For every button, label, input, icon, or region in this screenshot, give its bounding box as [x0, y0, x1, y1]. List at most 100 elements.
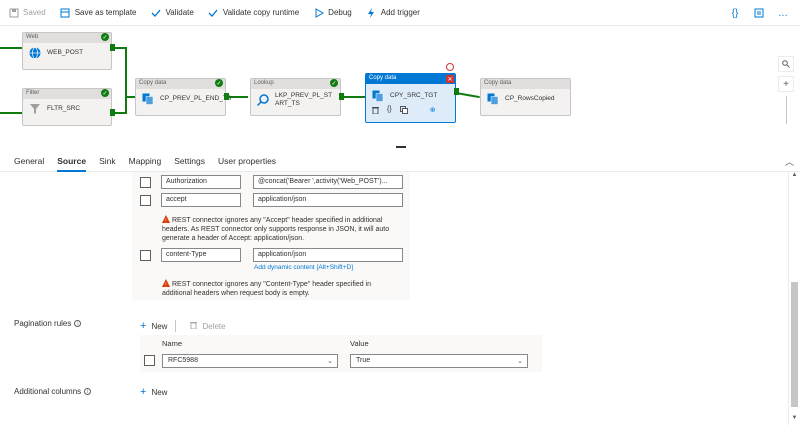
validate-copy-runtime-label: Validate copy runtime	[222, 8, 300, 17]
success-port[interactable]	[110, 109, 115, 116]
activity-body: LKP_PREV_PL_START_TS	[251, 89, 340, 112]
delete-activity-icon[interactable]: ✕	[446, 75, 454, 83]
collapse-chevron-icon[interactable]: ︿	[785, 155, 794, 168]
debug-button[interactable]: Debug	[313, 3, 352, 23]
chevron-down-icon: ⌄	[327, 358, 333, 365]
scroll-up-icon[interactable]: ▲	[789, 172, 800, 182]
add-dynamic-content-link[interactable]: Add dynamic content [Alt+Shift+D]	[254, 264, 353, 271]
activity-node-fltr-src[interactable]: Filter ✓ FLTR_SRC	[22, 88, 112, 126]
plus-icon: +	[140, 320, 147, 332]
activity-node-cp-prev-pl-end-ts[interactable]: Copy data ✓ CP_PREV_PL_END_TS	[135, 78, 231, 116]
header-name-input[interactable]: content-Type	[161, 248, 241, 262]
trash-icon[interactable]	[372, 106, 379, 116]
edge-to-cp-prev	[125, 96, 135, 98]
header-name-input[interactable]: Authorization	[161, 175, 241, 189]
activity-node-web-post[interactable]: Web ✓ WEB_POST	[22, 32, 112, 70]
clone-icon[interactable]	[399, 106, 408, 116]
add-trigger-label: Add trigger	[380, 8, 420, 17]
lightning-icon	[366, 7, 377, 18]
activity-name: FLTR_SRC	[47, 105, 81, 112]
edge-stub-web	[0, 47, 22, 49]
header-row-checkbox[interactable]	[140, 176, 151, 188]
scroll-thumb[interactable]	[791, 282, 798, 407]
new-label: New	[151, 387, 168, 397]
search-icon[interactable]	[778, 56, 794, 72]
pagination-value-value: True	[356, 357, 371, 364]
tab-general[interactable]: General	[14, 150, 44, 172]
activity-name: WEB_POST	[47, 49, 84, 56]
accept-warning-text: REST connector ignores any "Accept" head…	[162, 217, 390, 242]
template-icon	[60, 7, 71, 18]
tab-source[interactable]: Source	[57, 150, 86, 172]
header-value-input[interactable]: @concat('Bearer ',activity('Web_POST')..…	[253, 175, 403, 189]
success-port[interactable]	[110, 44, 115, 51]
zoom-controls: +	[778, 56, 794, 124]
activity-type: Lookup	[251, 79, 340, 89]
header-row-checkbox[interactable]	[140, 194, 151, 206]
success-port[interactable]	[339, 93, 344, 100]
content-type-warning-text: REST connector ignores any "Content-Type…	[162, 281, 372, 297]
add-output-icon[interactable]: ⊕	[430, 106, 436, 116]
activity-name: CP_RowsCopied	[505, 95, 555, 102]
activity-node-lkp-prev-pl-start-ts[interactable]: Lookup ✓ LKP_PREV_PL_START_TS	[250, 78, 341, 116]
pagination-toolbar: + New Delete	[140, 320, 226, 332]
tab-settings[interactable]: Settings	[174, 150, 205, 172]
header-value-input[interactable]: application/json	[253, 248, 403, 262]
validate-button[interactable]: Validate	[151, 3, 194, 23]
success-check-icon: ✓	[330, 79, 338, 87]
pagination-delete-button[interactable]: Delete	[190, 321, 226, 331]
properties-icon[interactable]	[752, 6, 766, 20]
info-icon[interactable]: i	[84, 388, 92, 395]
add-trigger-button[interactable]: Add trigger	[366, 3, 420, 23]
svg-text:!: !	[165, 218, 166, 223]
pipeline-canvas[interactable]: Web ✓ WEB_POST Filter ✓ FLTR_SRC Copy da…	[0, 26, 800, 146]
activity-type: Copy data	[366, 74, 455, 84]
magnifier-icon	[256, 94, 269, 107]
pagination-row-checkbox[interactable]	[144, 355, 155, 366]
scroll-down-icon[interactable]: ▼	[789, 415, 800, 425]
copy-data-icon	[487, 93, 499, 105]
circle-handle-icon[interactable]	[446, 63, 454, 71]
success-port[interactable]	[224, 93, 229, 100]
success-port[interactable]	[454, 88, 459, 95]
trash-icon	[190, 321, 198, 331]
activity-actions: {} ⊕	[366, 106, 455, 119]
zoom-in-icon[interactable]: +	[778, 76, 794, 92]
activity-name: LKP_PREV_PL_START_TS	[275, 92, 333, 107]
activity-body: CPY_SRC_TGT	[366, 84, 455, 106]
info-icon[interactable]: i	[74, 320, 82, 327]
activity-node-cp-rowscopied[interactable]: Copy data CP_RowsCopied	[480, 78, 571, 116]
tab-sink[interactable]: Sink	[99, 150, 116, 172]
pane-resize-handle[interactable]	[396, 146, 406, 148]
additional-columns-new-button[interactable]: + New	[140, 386, 167, 398]
validate-copy-runtime-button[interactable]: Validate copy runtime	[208, 3, 299, 23]
plus-icon: +	[140, 386, 147, 398]
edge-join	[125, 47, 127, 114]
pagination-value-select[interactable]: True ⌄	[350, 354, 528, 368]
code-braces-icon[interactable]: {}	[387, 106, 392, 116]
tab-mapping[interactable]: Mapping	[129, 150, 162, 172]
header-row-accept: accept application/json	[140, 193, 403, 207]
header-value-input[interactable]: application/json	[253, 193, 403, 207]
save-as-template-button[interactable]: Save as template	[60, 3, 137, 23]
success-check-icon: ✓	[101, 33, 109, 41]
tab-user-properties[interactable]: User properties	[218, 150, 276, 172]
activity-node-cpy-src-tgt[interactable]: Copy data ✕ CPY_SRC_TGT {} ⊕	[365, 73, 456, 123]
pane-scrollbar[interactable]: ▲ ▼	[788, 172, 800, 425]
header-row-checkbox[interactable]	[140, 249, 151, 261]
pagination-new-button[interactable]: New	[151, 322, 167, 331]
more-icon[interactable]: …	[776, 6, 790, 20]
additional-columns-text: Additional columns	[14, 387, 82, 396]
delete-label: Delete	[202, 321, 226, 331]
activity-type: Copy data	[136, 79, 225, 89]
header-name-input[interactable]: accept	[161, 193, 241, 207]
copy-data-icon	[142, 93, 154, 105]
pagination-name-select[interactable]: RFC5988 ⌄	[162, 354, 338, 368]
toolbar-divider	[175, 320, 177, 332]
code-braces-icon[interactable]: {}	[728, 6, 742, 20]
content-type-warning: ! REST connector ignores any "Content-Ty…	[162, 279, 402, 298]
checkmark-icon	[151, 7, 162, 18]
zoom-slider[interactable]	[785, 96, 787, 124]
pagination-rules-text: Pagination rules	[14, 319, 72, 328]
warning-icon: !	[162, 215, 170, 224]
